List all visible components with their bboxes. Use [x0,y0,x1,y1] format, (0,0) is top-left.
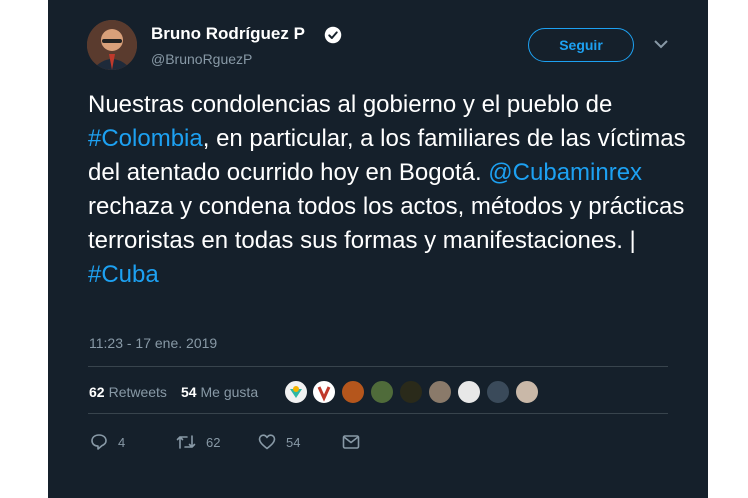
hashtag-link[interactable]: #Colombia [88,125,203,152]
heart-icon [258,434,276,450]
liker-avatar[interactable] [457,380,481,404]
likes-label: Me gusta [200,384,259,400]
display-name[interactable]: Bruno Rodríguez P [151,24,305,44]
liker-avatar[interactable] [428,380,452,404]
tweet-text-part: rechaza y condena todos los actos, métod… [88,193,685,254]
tweet-stats: 62 Retweets 54 Me gusta [89,384,258,400]
hashtag-link[interactable]: #Cuba [88,261,159,288]
liker-avatar[interactable] [312,380,336,404]
follow-button[interactable]: Seguir [528,28,634,62]
retweet-count: 62 [206,434,221,450]
likes-stat[interactable]: 54 Me gusta [181,384,258,400]
reply-icon [91,434,107,450]
retweet-button[interactable]: 62 [176,432,220,452]
reply-count: 4 [118,434,126,450]
liker-avatar[interactable] [399,380,423,404]
chevron-down-icon[interactable] [654,39,668,49]
like-button[interactable]: 54 [258,432,300,452]
liker-avatar[interactable] [486,380,510,404]
like-count: 54 [286,434,301,450]
likes-count: 54 [180,384,197,400]
divider [88,413,668,414]
mail-icon [342,435,360,449]
liker-avatar[interactable] [370,380,394,404]
mention-link[interactable]: @Cubaminrex [488,159,642,186]
liker-avatar[interactable] [284,380,308,404]
user-handle[interactable]: @BrunoRguezP [151,51,252,67]
reply-button[interactable]: 4 [90,432,125,452]
liker-avatar[interactable] [341,380,365,404]
verified-icon [324,26,342,44]
tweet-text-part: Nuestras condolencias al gobierno y el p… [88,91,613,118]
retweets-label: Retweets [108,384,167,400]
divider [88,366,668,367]
tweet-card: Bruno Rodríguez P @BrunoRguezP Seguir Nu… [48,0,708,498]
tweet-text: Nuestras condolencias al gobierno y el p… [88,88,688,292]
retweets-count: 62 [89,384,105,400]
retweet-icon [176,435,196,449]
timestamp[interactable]: 11:23 - 17 ene. 2019 [89,335,217,351]
retweets-stat[interactable]: 62 Retweets [89,384,167,400]
liker-avatar[interactable] [515,380,539,404]
avatar[interactable] [87,20,137,70]
direct-message-button[interactable] [342,432,370,452]
